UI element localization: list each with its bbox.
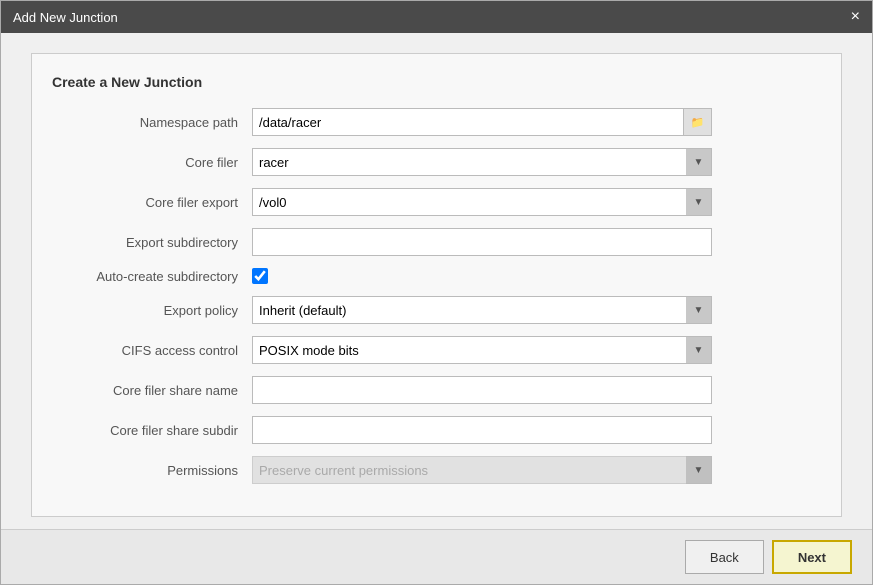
export-policy-control: Inherit (default) ▼ [252,296,712,324]
core-filer-share-name-label: Core filer share name [52,383,252,398]
add-new-junction-dialog: Add New Junction × Create a New Junction… [0,0,873,585]
back-button[interactable]: Back [685,540,764,574]
export-subdirectory-group: Export subdirectory [52,228,821,256]
auto-create-subdirectory-label: Auto-create subdirectory [52,269,252,284]
dialog-title-bar: Add New Junction × [1,1,872,33]
core-filer-control: racer ▼ [252,148,712,176]
export-subdirectory-input[interactable] [252,228,712,256]
core-filer-share-name-control [252,376,712,404]
core-filer-share-name-input[interactable] [252,376,712,404]
core-filer-share-subdir-control [252,416,712,444]
core-filer-share-subdir-group: Core filer share subdir [52,416,821,444]
namespace-path-control: 📁 [252,108,712,136]
namespace-path-group: Namespace path 📁 [52,108,821,136]
core-filer-export-label: Core filer export [52,195,252,210]
permissions-select[interactable]: Preserve current permissions [252,456,712,484]
namespace-path-input[interactable] [253,109,683,135]
export-policy-group: Export policy Inherit (default) ▼ [52,296,821,324]
section-title: Create a New Junction [52,74,821,90]
core-filer-export-group: Core filer export /vol0 ▼ [52,188,821,216]
permissions-group: Permissions Preserve current permissions… [52,456,821,484]
dialog-footer: Back Next [1,529,872,584]
core-filer-export-select-wrapper: /vol0 ▼ [252,188,712,216]
namespace-path-browse-button[interactable]: 📁 [683,109,711,135]
core-filer-share-name-group: Core filer share name [52,376,821,404]
core-filer-label: Core filer [52,155,252,170]
permissions-label: Permissions [52,463,252,478]
dialog-title: Add New Junction [13,10,118,25]
core-filer-select-wrapper: racer ▼ [252,148,712,176]
core-filer-group: Core filer racer ▼ [52,148,821,176]
export-policy-select-wrapper: Inherit (default) ▼ [252,296,712,324]
core-filer-select[interactable]: racer [252,148,712,176]
export-policy-select[interactable]: Inherit (default) [252,296,712,324]
core-filer-share-subdir-input[interactable] [252,416,712,444]
export-subdirectory-label: Export subdirectory [52,235,252,250]
dialog-body: Create a New Junction Namespace path 📁 C… [1,33,872,529]
permissions-control: Preserve current permissions ▼ [252,456,712,484]
cifs-access-control-select-wrapper: POSIX mode bits ▼ [252,336,712,364]
cifs-access-control-label: CIFS access control [52,343,252,358]
form-panel: Create a New Junction Namespace path 📁 C… [31,53,842,517]
next-button[interactable]: Next [772,540,852,574]
cifs-access-control-control: POSIX mode bits ▼ [252,336,712,364]
auto-create-subdirectory-group: Auto-create subdirectory [52,268,821,284]
export-subdirectory-control [252,228,712,256]
auto-create-subdirectory-checkbox[interactable] [252,268,268,284]
auto-create-subdirectory-control [252,268,712,284]
namespace-path-wrapper: 📁 [252,108,712,136]
export-policy-label: Export policy [52,303,252,318]
cifs-access-control-group: CIFS access control POSIX mode bits ▼ [52,336,821,364]
core-filer-export-control: /vol0 ▼ [252,188,712,216]
close-button[interactable]: × [851,9,860,25]
cifs-access-control-select[interactable]: POSIX mode bits [252,336,712,364]
permissions-select-wrapper: Preserve current permissions ▼ [252,456,712,484]
core-filer-export-select[interactable]: /vol0 [252,188,712,216]
core-filer-share-subdir-label: Core filer share subdir [52,423,252,438]
namespace-path-label: Namespace path [52,115,252,130]
